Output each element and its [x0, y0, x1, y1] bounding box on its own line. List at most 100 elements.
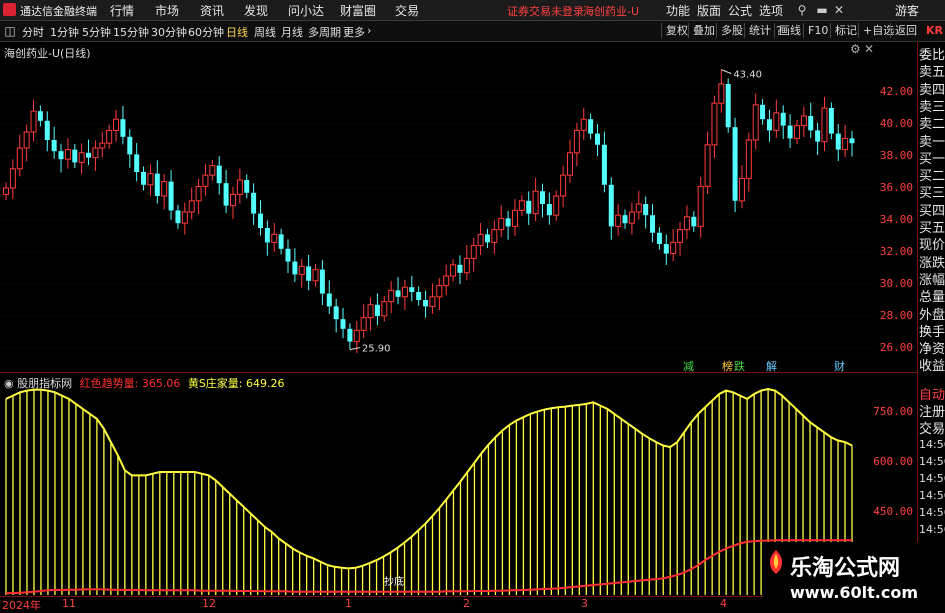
- sidebar-field: 买五: [919, 221, 945, 236]
- candle-body: [3, 187, 9, 195]
- indicator-legend: ◉ 股朋指标网 红色趋势量: 365.06 黄S庄家量: 649.26: [4, 375, 285, 391]
- period-5min[interactable]: 5分钟: [82, 24, 111, 40]
- stats-button[interactable]: 统计: [744, 23, 775, 38]
- period-week[interactable]: 周线: [254, 24, 276, 40]
- menu-trade[interactable]: 交易: [395, 2, 419, 19]
- candle-body: [244, 180, 250, 193]
- minimize-icon[interactable]: ▬: [815, 3, 829, 17]
- candle-body: [388, 289, 395, 303]
- search-icon[interactable]: ⚲: [795, 3, 809, 17]
- menu-news[interactable]: 资讯: [200, 2, 224, 19]
- candle-body: [223, 183, 229, 206]
- period-15min[interactable]: 15分钟: [113, 24, 149, 40]
- kline-chart[interactable]: 43.40 25.90 海创药业-U(日线) ⚙ ✕ 减榜跌解财: [0, 42, 875, 373]
- candle-body: [360, 317, 367, 331]
- candle-body: [58, 151, 64, 160]
- menu-market[interactable]: 行情: [110, 2, 134, 19]
- candle-body: [347, 328, 353, 342]
- candle-body: [787, 125, 793, 139]
- menu-markets[interactable]: 市场: [155, 2, 179, 19]
- indicator-chart[interactable]: ◉ 股朋指标网 红色趋势量: 365.06 黄S庄家量: 649.26 抄底: [0, 373, 875, 595]
- high-pointer: [721, 69, 732, 75]
- period-60min[interactable]: 60分钟: [188, 24, 224, 40]
- menu-wealth[interactable]: 财富圈: [340, 2, 376, 19]
- more-chevron-icon[interactable]: ›: [367, 24, 371, 37]
- candle-body: [285, 248, 291, 262]
- back-button[interactable]: 返回: [890, 23, 921, 38]
- candle-body: [815, 130, 821, 142]
- period-more[interactable]: 更多: [343, 24, 365, 40]
- menu-ask[interactable]: 问小达: [288, 2, 324, 19]
- candle-body: [780, 112, 786, 126]
- candle-body: [463, 257, 470, 274]
- candle-body: [484, 234, 490, 243]
- candle-body: [154, 173, 160, 196]
- candle-body: [539, 191, 545, 204]
- period-tick[interactable]: 分时: [22, 24, 44, 40]
- candle-body: [251, 192, 257, 214]
- candle-body: [353, 329, 360, 343]
- candle-body: [127, 136, 133, 155]
- candle-body: [188, 200, 195, 213]
- sidebar-field: 外盘: [919, 307, 945, 323]
- candle-body: [752, 104, 759, 141]
- menu-options[interactable]: 选项: [759, 2, 783, 19]
- panel-toggle-icon[interactable]: ◫: [3, 24, 17, 38]
- candle-body: [120, 119, 126, 137]
- kr-button[interactable]: KR: [922, 23, 945, 38]
- sidebar-action[interactable]: 交易: [919, 418, 945, 437]
- settings-gear-icon[interactable]: ⚙: [850, 42, 861, 56]
- multi-stock-button[interactable]: 多股: [716, 23, 747, 38]
- sidebar-field: 委比: [919, 48, 945, 63]
- menu-function[interactable]: 功能: [666, 2, 690, 19]
- candle-body: [113, 118, 120, 131]
- date-tick: 1: [345, 597, 352, 610]
- candle-body: [518, 200, 525, 211]
- candle-body: [842, 137, 849, 151]
- candle-body: [401, 286, 408, 298]
- price-tick: 32.00: [879, 245, 913, 258]
- period-month[interactable]: 月线: [281, 24, 303, 40]
- candle-body: [16, 147, 23, 170]
- candle-body: [595, 133, 601, 145]
- period-30min[interactable]: 30分钟: [151, 24, 187, 40]
- price-axis: 26.00 28.00 30.00 32.00 34.00 36.00 38.00 40.00…: [876, 42, 916, 372]
- f10-button[interactable]: F10: [803, 23, 832, 38]
- indicator-toggle-icon[interactable]: ◉: [4, 377, 14, 390]
- candle-body: [374, 304, 380, 316]
- menu-layout[interactable]: 版面: [697, 2, 721, 19]
- candle-body: [436, 285, 443, 298]
- period-day[interactable]: 日线: [226, 24, 248, 40]
- candle-body: [381, 301, 388, 317]
- login-notice[interactable]: 证券交易未登录: [507, 3, 584, 19]
- candle-body: [526, 200, 532, 214]
- watermark-logo-icon: [769, 550, 783, 574]
- indicator-svg: [5, 387, 853, 595]
- candle-body: [725, 84, 731, 128]
- candle-body: [656, 232, 662, 244]
- indicator-name[interactable]: 股朋指标网: [17, 377, 72, 390]
- trade-time: 14:56: [919, 489, 945, 502]
- candle-body: [147, 173, 154, 186]
- trade-time: 14:56: [919, 506, 945, 519]
- menu-formula[interactable]: 公式: [728, 2, 752, 19]
- period-1min[interactable]: 1分钟: [50, 24, 79, 40]
- menu-discover[interactable]: 发现: [244, 2, 268, 19]
- close-icon[interactable]: ✕: [832, 3, 846, 17]
- candle-body: [271, 233, 278, 243]
- indicator-tick: 750.00: [873, 405, 913, 419]
- mark-button[interactable]: 标记: [830, 23, 861, 38]
- candle-body: [773, 112, 780, 131]
- price-tick: 26.00: [879, 341, 913, 354]
- date-tick: 12: [202, 597, 216, 610]
- candle-body: [51, 140, 57, 152]
- overlay-button[interactable]: 叠加: [688, 23, 719, 38]
- period-multi[interactable]: 多周期: [308, 24, 341, 40]
- candle-body: [229, 193, 236, 207]
- candle-body: [92, 147, 99, 159]
- candle-body: [821, 107, 828, 143]
- guest-button[interactable]: 游客: [895, 2, 919, 19]
- draw-button[interactable]: 画线: [774, 23, 805, 38]
- close-panel-icon[interactable]: ✕: [864, 42, 874, 56]
- candle-body: [9, 168, 16, 189]
